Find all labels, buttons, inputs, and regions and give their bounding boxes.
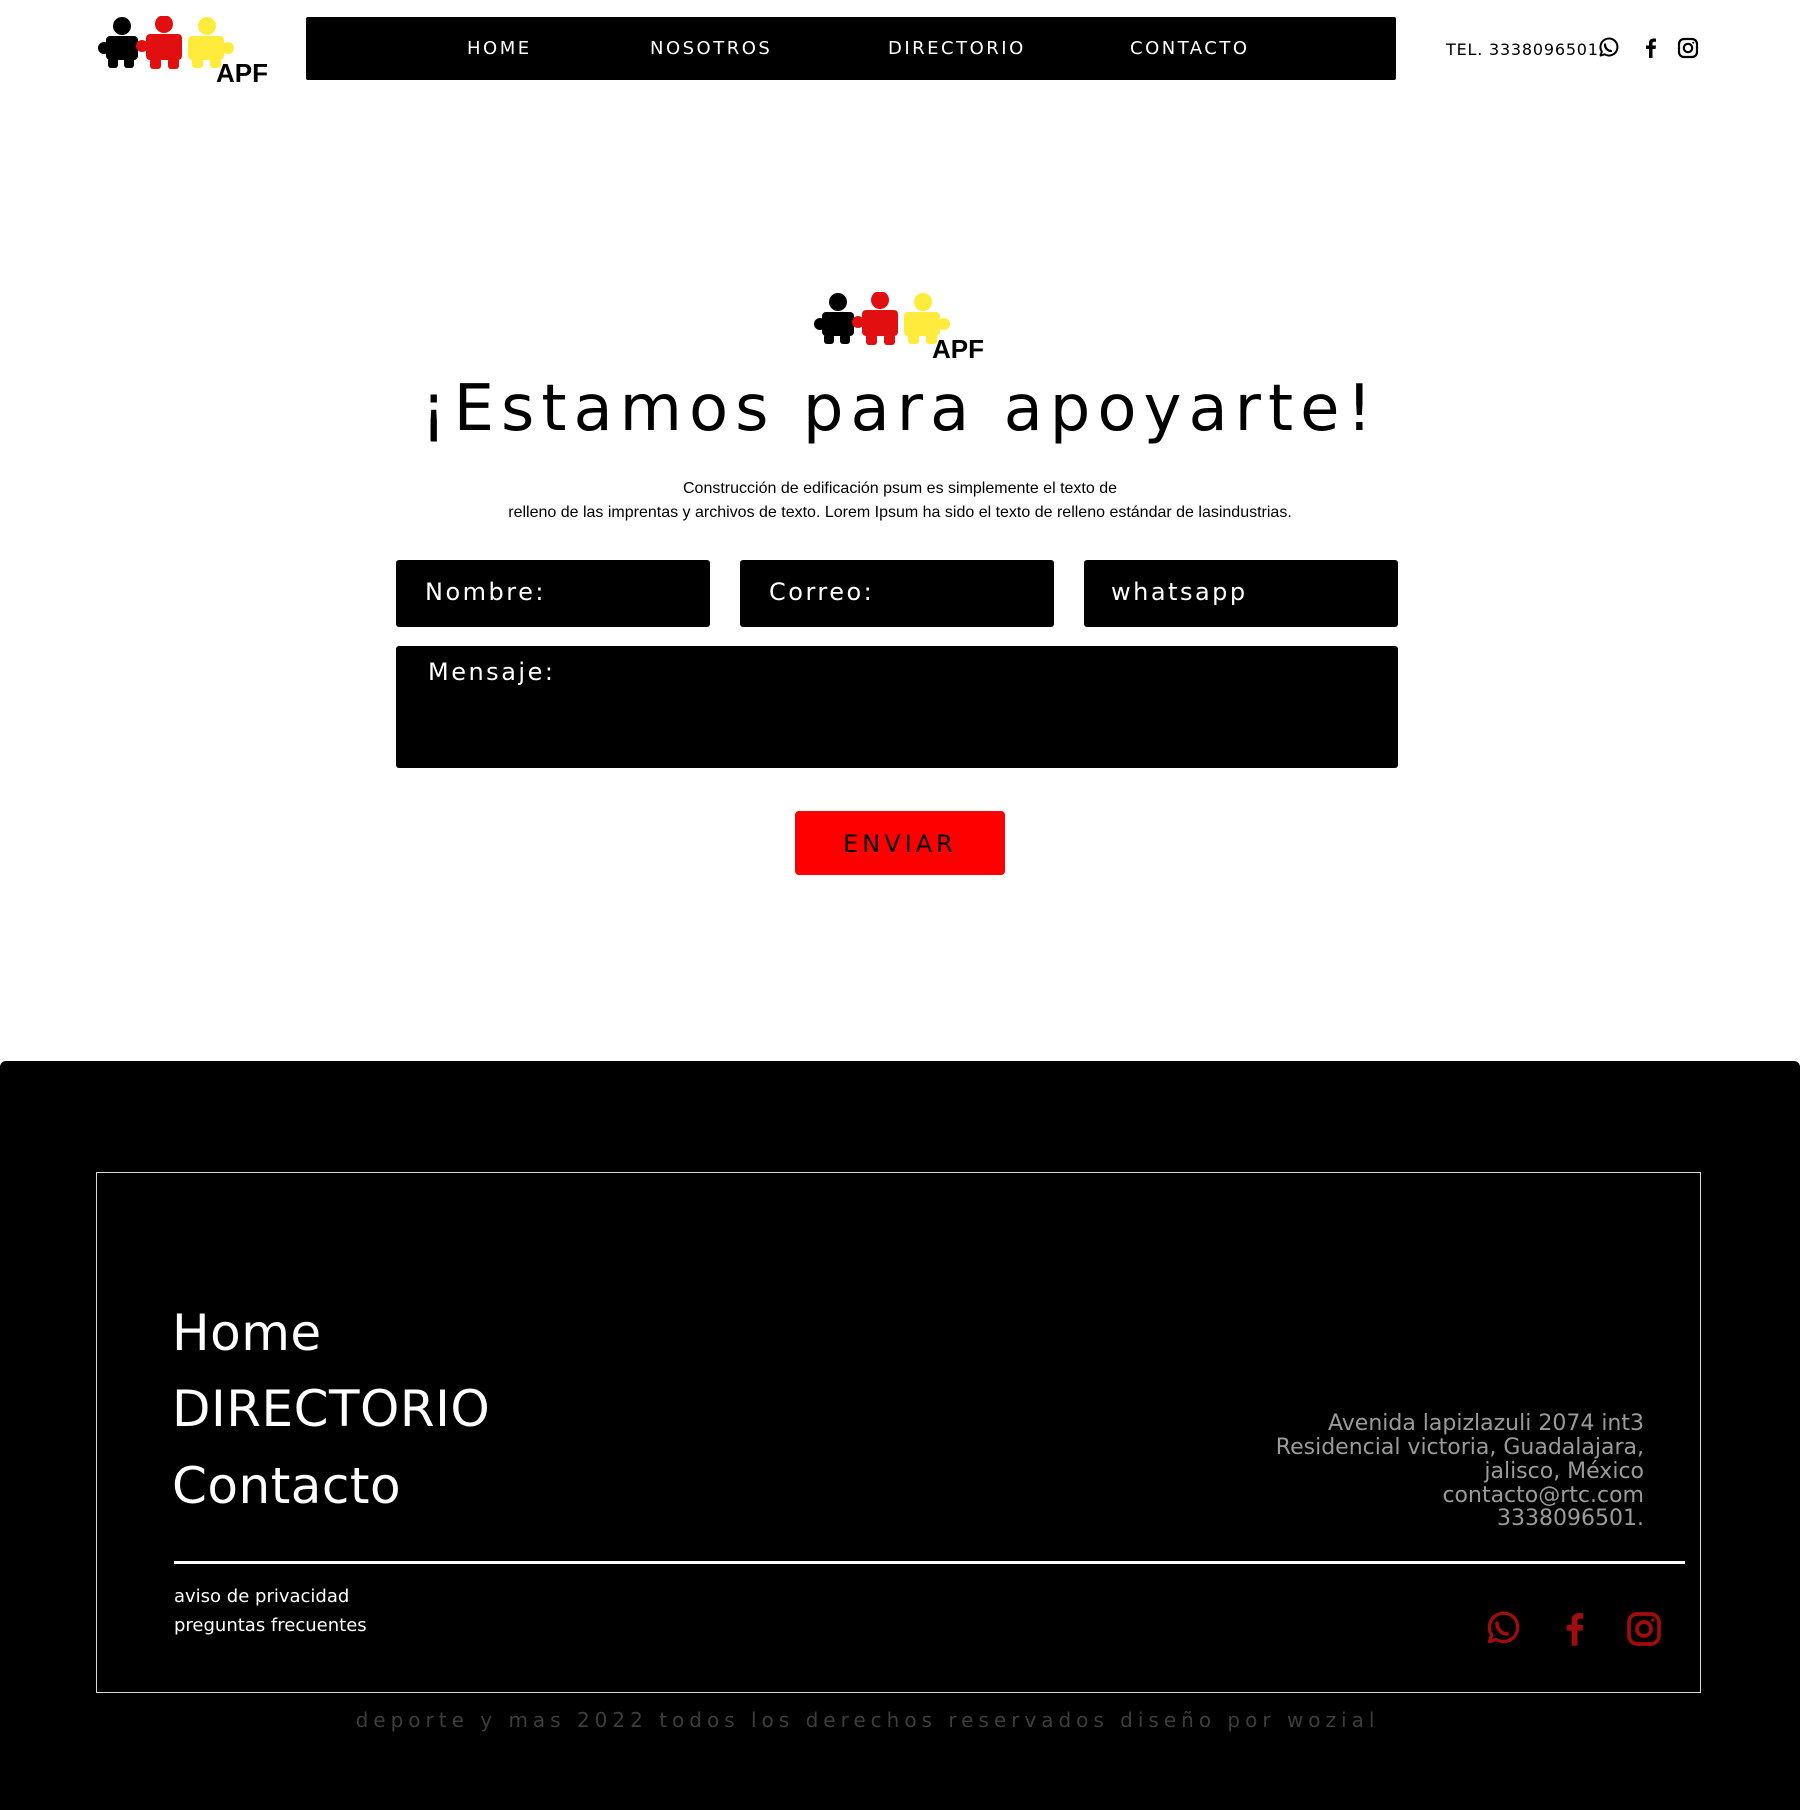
copyright-text: deporte y mas 2022 todos los derechos re… xyxy=(355,1708,1380,1732)
privacy-link[interactable]: aviso de privacidad xyxy=(174,1586,349,1607)
contact-logo: APF xyxy=(814,292,986,360)
nav-home[interactable]: HOME xyxy=(467,17,532,80)
footer: Home DIRECTORIO Contacto Avenida lapizla… xyxy=(0,1061,1800,1810)
contact-heading: ¡Estamos para apoyarte! xyxy=(420,372,1380,446)
address-line-1: Avenida lapizlazuli 2074 int3 xyxy=(1328,1411,1644,1436)
intro-text-line-2: relleno de las imprentas y archivos de t… xyxy=(508,504,1292,521)
nombre-placeholder: Nombre: xyxy=(425,578,546,606)
address-line-2: Residencial victoria, Guadalajara, xyxy=(1275,1435,1644,1460)
whatsapp-icon[interactable] xyxy=(1482,1609,1522,1649)
mensaje-textarea[interactable]: Mensaje: xyxy=(396,646,1398,768)
header-phone: TEL. 3338096501 xyxy=(1446,40,1599,59)
mensaje-placeholder: Mensaje: xyxy=(428,658,556,686)
correo-placeholder: Correo: xyxy=(769,578,875,606)
nombre-input[interactable]: Nombre: xyxy=(396,560,710,627)
contact-phone: 3338096501. xyxy=(1497,1506,1644,1531)
contact-email[interactable]: contacto@rtc.com xyxy=(1442,1484,1644,1508)
puzzle-black-piece xyxy=(98,17,138,68)
whatsapp-input[interactable]: whatsapp xyxy=(1084,560,1398,627)
address-line-3: jalisco, México xyxy=(1484,1459,1644,1484)
whatsapp-icon[interactable] xyxy=(1596,36,1620,60)
footer-divider xyxy=(174,1561,1685,1564)
nav-directorio[interactable]: DIRECTORIO xyxy=(888,17,1026,80)
enviar-button[interactable]: ENVIAR xyxy=(795,811,1005,875)
header-logo[interactable]: APF xyxy=(98,16,270,84)
intro-text-line-1: Construcción de edificación psum es simp… xyxy=(683,480,1117,497)
main-navigation: HOME NOSOTROS DIRECTORIO CONTACTO xyxy=(306,17,1396,80)
puzzle-red-piece xyxy=(852,292,898,345)
footer-link-directorio[interactable]: DIRECTORIO xyxy=(172,1380,490,1438)
logo-text: APF xyxy=(216,58,268,84)
instagram-icon[interactable] xyxy=(1624,1609,1664,1649)
facebook-icon[interactable] xyxy=(1555,1609,1595,1649)
instagram-icon[interactable] xyxy=(1676,36,1700,60)
nav-nosotros[interactable]: NOSOTROS xyxy=(650,17,772,80)
facebook-icon[interactable] xyxy=(1639,36,1663,60)
footer-box: Home DIRECTORIO Contacto Avenida lapizla… xyxy=(96,1172,1701,1693)
logo-text: APF xyxy=(932,334,984,360)
nav-contacto[interactable]: CONTACTO xyxy=(1130,17,1250,80)
puzzle-black-piece xyxy=(814,293,854,344)
faq-link[interactable]: preguntas frecuentes xyxy=(174,1615,367,1636)
correo-input[interactable]: Correo: xyxy=(740,560,1054,627)
whatsapp-placeholder: whatsapp xyxy=(1111,578,1248,606)
footer-link-contacto[interactable]: Contacto xyxy=(172,1457,401,1515)
puzzle-red-piece xyxy=(136,16,182,69)
footer-link-home[interactable]: Home xyxy=(172,1304,322,1362)
